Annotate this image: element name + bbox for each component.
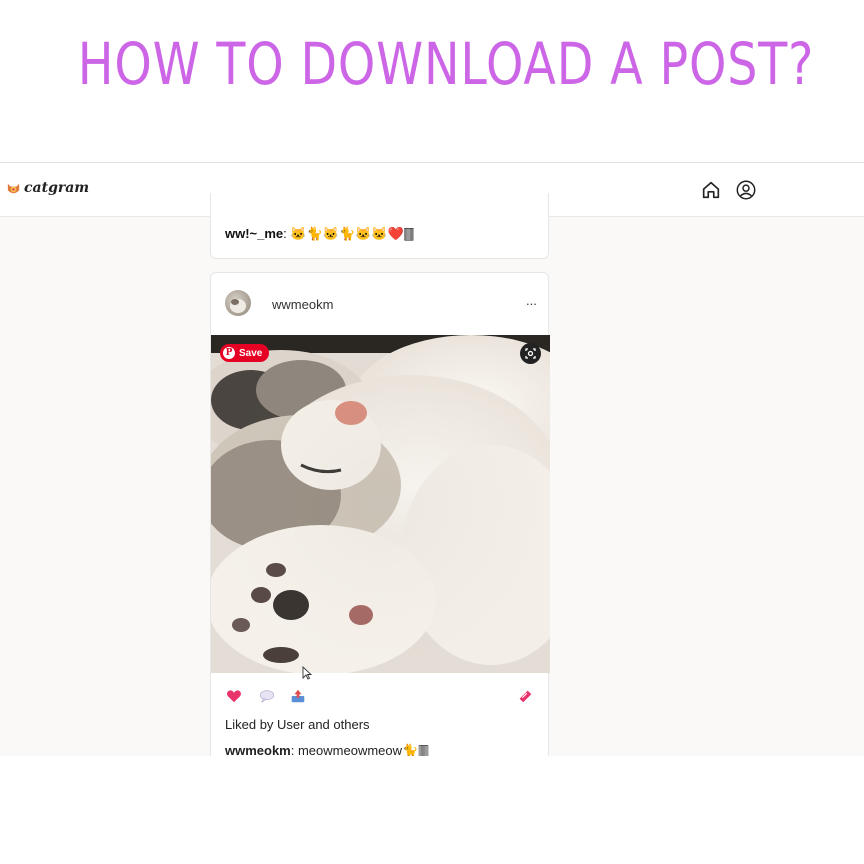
avatar[interactable] — [225, 290, 251, 316]
pinterest-icon: P — [223, 347, 235, 359]
banner-title: HOW TO DOWNLOAD A POST? — [77, 30, 815, 98]
post-header: wwmeokm ... — [211, 273, 550, 335]
previous-post-caption-text: : 🐱🐈🐱🐈🐱🐱❤️🀫 — [283, 226, 415, 241]
caption-text: : meowmeowmeow🐈🀫 — [290, 743, 429, 756]
previous-post-card: ww!~_me: 🐱🐈🐱🐈🐱🐱❤️🀫 — [210, 193, 549, 259]
tutorial-banner: HOW TO DOWNLOAD A POST? — [0, 0, 864, 162]
heart-icon[interactable] — [225, 687, 243, 705]
kitten-photo — [211, 335, 550, 673]
home-icon[interactable] — [700, 179, 722, 201]
post-photo[interactable]: P Save — [211, 335, 550, 673]
post-username[interactable]: wwmeokm — [272, 297, 333, 312]
logo-text: catgram — [24, 180, 90, 196]
previous-post-caption: ww!~_me: 🐱🐈🐱🐈🐱🐱❤️🀫 — [225, 226, 414, 242]
post-caption: wwmeokm: meowmeowmeow🐈🀫 — [225, 743, 429, 756]
pinterest-save-button[interactable]: P Save — [220, 344, 270, 362]
pinterest-save-label: Save — [239, 347, 263, 359]
liked-by-text[interactable]: Liked by User and others — [225, 717, 370, 732]
visual-search-icon[interactable] — [520, 343, 541, 364]
catgram-logo[interactable]: catgram — [6, 180, 89, 196]
share-icon[interactable] — [289, 687, 307, 705]
more-options-button[interactable]: ... — [526, 293, 537, 308]
comment-icon[interactable] — [258, 687, 276, 705]
cat-logo-icon — [7, 183, 20, 193]
mouse-cursor-icon — [302, 666, 312, 680]
post-actions — [211, 683, 550, 711]
post-card: wwmeokm ... P Save Liked by User and oth… — [210, 272, 550, 756]
previous-post-user[interactable]: ww!~_me — [225, 226, 283, 241]
catgram-app: catgram ww!~_me: 🐱🐈🐱🐈🐱🐱❤️🀫 wwmeokm ... P… — [0, 162, 864, 756]
profile-icon[interactable] — [735, 179, 757, 201]
bookmark-icon[interactable] — [516, 687, 534, 705]
bottom-blank-area — [0, 756, 864, 864]
caption-username[interactable]: wwmeokm — [225, 743, 291, 756]
